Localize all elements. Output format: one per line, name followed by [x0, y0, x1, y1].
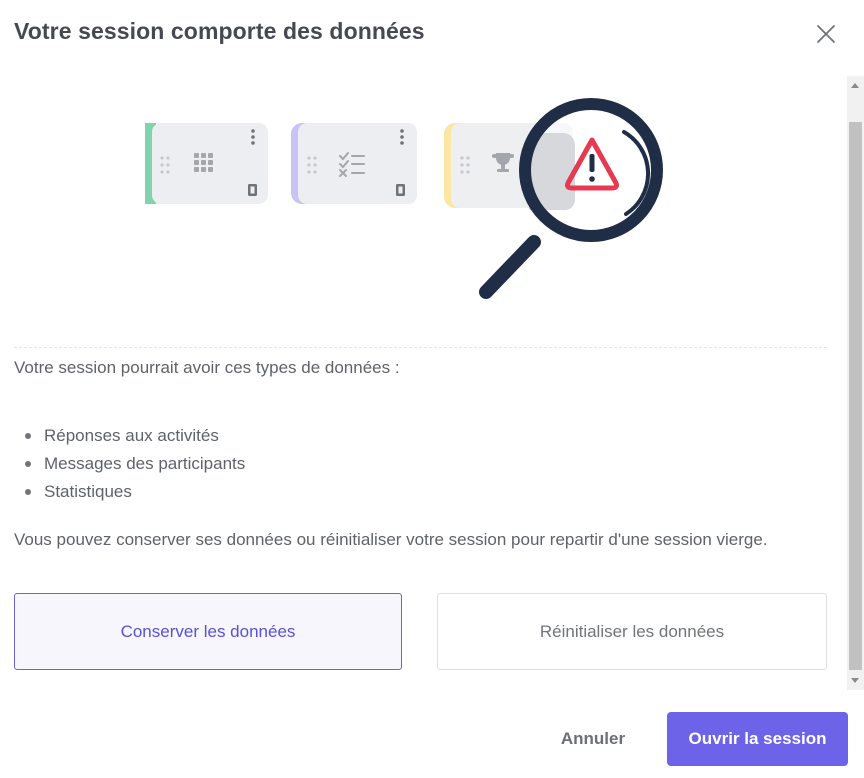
- activity-card-checklist: [291, 123, 417, 204]
- close-icon[interactable]: [812, 20, 840, 48]
- cancel-button[interactable]: Annuler: [545, 712, 641, 766]
- scroll-down-arrow-icon[interactable]: [851, 678, 859, 683]
- dialog-title: Votre session comporte des données: [14, 18, 425, 44]
- section-divider: [14, 347, 827, 348]
- list-item-label: Réponses aux activités: [44, 426, 219, 445]
- list-item: Réponses aux activités: [14, 424, 245, 452]
- scrollbar-thumb[interactable]: [849, 122, 862, 670]
- data-types-intro: Votre session pourrait avoir ces types d…: [14, 358, 400, 377]
- more-vertical-icon: [400, 129, 404, 145]
- mobile-icon: [248, 184, 257, 196]
- reset-data-option[interactable]: Réinitialiser les données: [437, 593, 827, 670]
- explanation-text: Vous pouvez conserver ses données ou réi…: [14, 530, 768, 549]
- scroll-up-arrow-icon[interactable]: [851, 83, 859, 88]
- scrollbar[interactable]: [847, 76, 864, 690]
- list-item: Messages des participants: [14, 452, 245, 480]
- list-item-label: Statistiques: [44, 482, 132, 501]
- session-data-illustration: [145, 98, 663, 299]
- bullet-icon: [25, 489, 31, 495]
- open-session-button[interactable]: Ouvrir la session: [667, 712, 848, 766]
- more-vertical-icon: [251, 129, 255, 145]
- bullet-icon: [25, 433, 31, 439]
- data-types-list: Réponses aux activités Messages des part…: [14, 424, 245, 508]
- list-item-label: Messages des participants: [44, 454, 246, 473]
- keep-data-option[interactable]: Conserver les données: [14, 593, 402, 670]
- activity-card-grid: [145, 123, 268, 204]
- bullet-icon: [25, 461, 31, 467]
- mobile-icon: [396, 184, 405, 196]
- list-item: Statistiques: [14, 480, 245, 508]
- grid-icon: [194, 153, 213, 172]
